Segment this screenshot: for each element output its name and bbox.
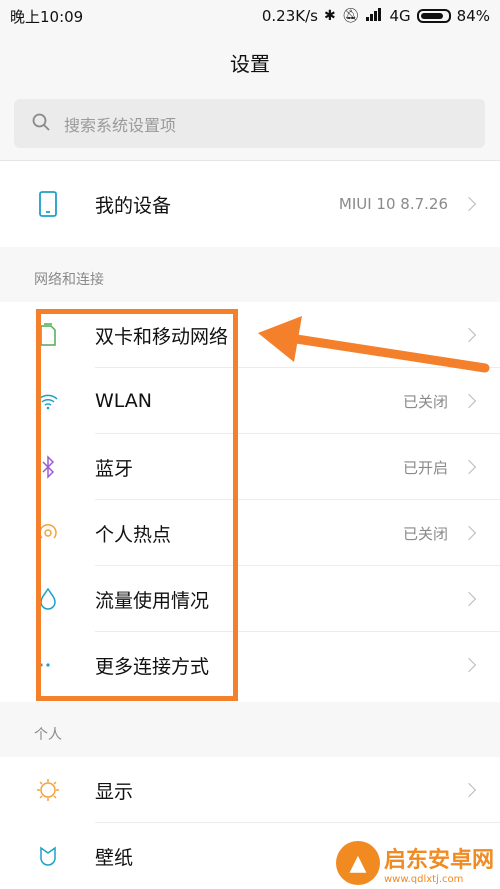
watermark-logo-icon: ▲ [335, 841, 380, 885]
sim-card-icon [34, 321, 62, 349]
mute-status-icon: 🔕︎ [341, 8, 360, 24]
settings-row-hotspot[interactable]: 个人热点 已关闭 [0, 500, 500, 566]
bluetooth-icon [34, 453, 62, 481]
settings-row-bluetooth[interactable]: 蓝牙 已开启 [0, 434, 500, 500]
battery-percent: 84% [456, 7, 490, 25]
section-header-network: 网络和连接 [0, 247, 500, 302]
battery-icon [416, 9, 451, 23]
my-device-row[interactable]: 我的设备 MIUI 10 8.7.26 [0, 161, 500, 247]
status-time: 晚上10:09 [10, 7, 84, 26]
settings-row-label: 个人热点 [95, 523, 172, 546]
chevron-right-icon [461, 393, 477, 409]
settings-row-value: 已开启 [402, 458, 448, 477]
settings-row-more-connections[interactable]: 更多连接方式 [0, 632, 500, 698]
settings-row-label: WLAN [95, 390, 153, 412]
network-type: 4G [389, 7, 411, 25]
settings-row-label: 壁纸 [95, 846, 134, 869]
bluetooth-status-icon: ✱ [323, 8, 336, 24]
data-usage-icon [34, 585, 62, 613]
chevron-right-icon [461, 196, 477, 212]
page-title: 设置 [230, 52, 270, 76]
status-bar: 晚上10:09 0.23K/s ✱ 🔕︎ 4G 84% [0, 0, 500, 32]
watermark: ▲ 启东安卓网 www.qdlxtj.com [335, 841, 494, 885]
annotation-arrow-icon [258, 316, 490, 373]
watermark-url: www.qdlxtj.com [383, 873, 464, 885]
wallpaper-icon [34, 842, 62, 870]
wifi-icon [34, 387, 62, 415]
my-device-card: 我的设备 MIUI 10 8.7.26 [0, 161, 500, 247]
settings-row-data-usage[interactable]: 流量使用情况 [0, 566, 500, 632]
signal-icon [365, 7, 383, 25]
more-icon [34, 651, 62, 679]
search-input[interactable]: 搜索系统设置项 [14, 99, 485, 148]
network-speed: 0.23K/s [261, 7, 318, 25]
section-header-personal: 个人 [0, 702, 500, 757]
settings-row-label: 蓝牙 [95, 457, 134, 480]
search-placeholder: 搜索系统设置项 [64, 115, 177, 135]
settings-row-label: 显示 [95, 780, 134, 803]
settings-row-label: 双卡和移动网络 [95, 325, 229, 348]
chevron-right-icon [461, 591, 477, 607]
chevron-right-icon [461, 525, 477, 541]
settings-row-label: 流量使用情况 [95, 589, 210, 612]
settings-row-value: 已关闭 [402, 392, 448, 411]
settings-row-value: 已关闭 [402, 524, 448, 543]
watermark-title: 启东安卓网 [383, 847, 494, 873]
my-device-version: MIUI 10 8.7.26 [338, 195, 448, 213]
hotspot-icon [34, 519, 62, 547]
status-indicators: 0.23K/s ✱ 🔕︎ 4G 84% [262, 7, 490, 25]
display-icon [34, 776, 62, 804]
chevron-right-icon [461, 459, 477, 475]
chevron-right-icon [461, 782, 477, 798]
settings-row-display[interactable]: 显示 [0, 757, 500, 823]
chevron-right-icon [461, 657, 477, 673]
phone-icon [34, 190, 62, 218]
search-icon [32, 113, 50, 135]
my-device-label: 我的设备 [95, 194, 172, 217]
settings-row-label: 更多连接方式 [95, 655, 210, 678]
